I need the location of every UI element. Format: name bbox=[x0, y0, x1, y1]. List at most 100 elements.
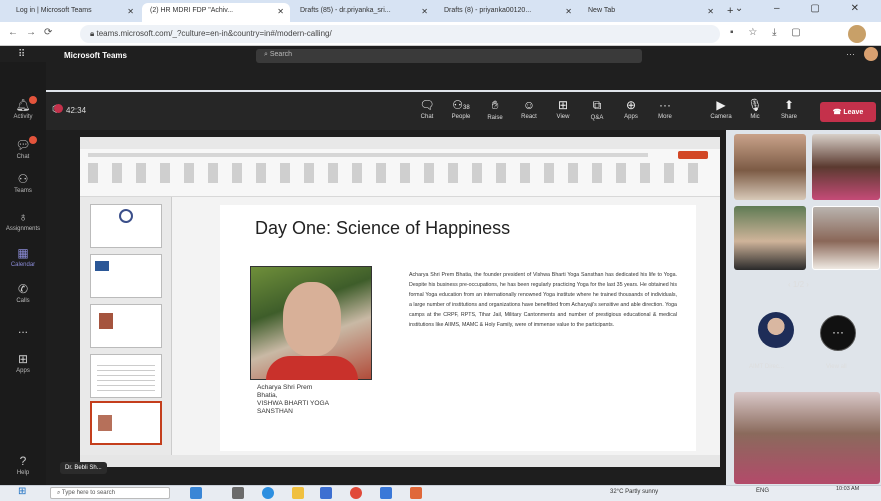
participant-video-2[interactable] bbox=[812, 134, 880, 200]
url-text: teams.microsoft.com/_?culture=en-in&coun… bbox=[96, 29, 332, 38]
app-title: Microsoft Teams bbox=[64, 51, 127, 60]
taskbar-app-icon[interactable] bbox=[190, 487, 202, 499]
camera-button[interactable]: ▶︎ Camera bbox=[704, 98, 738, 120]
close-icon[interactable]: ✕ bbox=[421, 7, 428, 16]
close-icon[interactable]: ✕ bbox=[565, 7, 572, 16]
rail-more[interactable]: ... bbox=[0, 322, 46, 338]
participant-pager[interactable]: ‹ 1/2 › bbox=[788, 280, 809, 289]
view-all-label: View all bbox=[826, 364, 847, 370]
qa-button[interactable]: ⧉ Q&A bbox=[580, 98, 614, 121]
address-bar[interactable]: 🔒︎ teams.microsoft.com/_?culture=en-in&c… bbox=[80, 25, 720, 43]
tab-teams-login[interactable]: Log in | Microsoft Teams ✕ bbox=[8, 3, 140, 22]
apps-button[interactable]: ⊕ Apps bbox=[614, 98, 648, 120]
windows-start-icon[interactable]: ⊞ bbox=[18, 486, 26, 497]
rail-calendar[interactable]: ▦ Calendar bbox=[0, 246, 46, 268]
view-all-button[interactable]: ··· bbox=[820, 315, 856, 351]
caption-line: Bhatia, bbox=[257, 392, 278, 399]
tab-new-tab[interactable]: New Tab ✕ bbox=[580, 3, 720, 22]
close-icon[interactable]: ✕ bbox=[127, 7, 134, 16]
rail-label: Calls bbox=[16, 298, 30, 304]
forward-icon[interactable]: → bbox=[26, 27, 36, 38]
rail-help[interactable]: ? Help bbox=[0, 454, 46, 476]
ctl-label: Share bbox=[780, 114, 797, 120]
ctl-label: Mic bbox=[750, 114, 760, 120]
apps-icon: ⊞ bbox=[17, 352, 29, 366]
tab-hr-mdri[interactable]: (2) HR MDRI FDP "Achiv... ✕ bbox=[142, 3, 290, 22]
taskbar-search-placeholder: Type here to search bbox=[61, 490, 115, 496]
tab-drafts-2[interactable]: Drafts (8) - priyanka00120... ✕ bbox=[436, 3, 578, 22]
notification-badge bbox=[29, 136, 37, 144]
ppt-status-bar bbox=[80, 455, 720, 467]
slide-thumb-2 bbox=[90, 254, 162, 298]
ctl-label: View bbox=[556, 114, 570, 120]
view-button[interactable]: ⊞ View bbox=[546, 98, 580, 120]
tab-drafts-1[interactable]: Drafts (85) - dr.priyanka_sri... ✕ bbox=[292, 3, 434, 22]
participant-video-4[interactable] bbox=[812, 206, 880, 270]
self-video[interactable] bbox=[734, 392, 880, 484]
ppt-menu-row bbox=[88, 153, 648, 157]
mic-button[interactable]: 🎙︎ Mic bbox=[738, 98, 772, 120]
browser-toolbar-icons[interactable]: ▪ ☆ ⤓ ▢ bbox=[730, 27, 807, 38]
back-icon[interactable]: ← bbox=[8, 27, 18, 38]
profile-avatar[interactable] bbox=[848, 25, 866, 43]
speaker-photo-face bbox=[283, 282, 341, 356]
mic-off-icon: 🎙︎ bbox=[747, 98, 763, 112]
tab-label: New Tab bbox=[588, 7, 616, 14]
chevron-right-icon[interactable]: › bbox=[804, 280, 809, 289]
file-explorer-icon[interactable] bbox=[292, 487, 304, 499]
speaker-photo-shirt bbox=[266, 356, 358, 380]
edge-icon[interactable] bbox=[262, 487, 274, 499]
people-button[interactable]: ⚇38 People bbox=[444, 98, 478, 120]
participant-video-1[interactable] bbox=[734, 134, 806, 200]
participant-video-3[interactable] bbox=[734, 206, 806, 270]
app-launcher-icon[interactable]: ⠿ bbox=[18, 49, 25, 60]
more-button[interactable]: ··· More bbox=[648, 98, 682, 120]
rail-assignments[interactable]: ♁ Assignments bbox=[0, 210, 46, 232]
participant-avatar[interactable] bbox=[758, 312, 794, 348]
share-button[interactable]: ⬆ Share bbox=[772, 98, 806, 120]
taskbar-search[interactable]: ⌕ Type here to search bbox=[50, 487, 170, 499]
ctl-label: Raise bbox=[487, 115, 503, 121]
rail-label: Teams bbox=[14, 188, 32, 194]
store-icon[interactable] bbox=[320, 487, 332, 499]
chrome-icon[interactable] bbox=[350, 487, 362, 499]
close-icon[interactable]: ✕ bbox=[707, 7, 714, 16]
clock-time: 10:03 AM bbox=[836, 486, 860, 492]
chat-button[interactable]: 🗨︎ Chat bbox=[410, 98, 444, 120]
close-icon[interactable]: ✕ bbox=[277, 7, 284, 16]
weather-widget[interactable]: 32°C Partly sunny bbox=[610, 489, 658, 495]
raise-hand-button[interactable]: ✋︎ Raise bbox=[478, 98, 512, 121]
rail-chat[interactable]: 💬︎ Chat bbox=[0, 136, 46, 160]
window-controls[interactable]: ⌄ – ▢ ✕ bbox=[735, 3, 873, 14]
assignments-icon: ♁ bbox=[18, 210, 28, 224]
plus-icon: ⊕ bbox=[625, 98, 637, 112]
slide-thumb-3 bbox=[90, 304, 162, 348]
leave-button[interactable]: ☎ Leave bbox=[820, 102, 876, 122]
taskbar-app-icon[interactable] bbox=[380, 487, 392, 499]
language-indicator[interactable]: ENG bbox=[756, 488, 769, 494]
taskbar-app-icon[interactable] bbox=[410, 487, 422, 499]
more-icon[interactable]: ··· bbox=[846, 49, 855, 59]
calendar-icon: ▦ bbox=[17, 246, 29, 260]
presenter-name-pill: Dr. Bebli Sh... bbox=[60, 462, 107, 474]
left-rail bbox=[0, 62, 46, 485]
grid-icon: ⊞ bbox=[557, 98, 569, 112]
rail-label: Help bbox=[16, 470, 30, 476]
taskbar-app-icon[interactable] bbox=[232, 487, 244, 499]
pager-text: 1/2 bbox=[792, 280, 805, 289]
search-input[interactable]: ⌕ Search bbox=[256, 49, 642, 63]
react-button[interactable]: ☺ React bbox=[512, 98, 546, 120]
hangup-icon: ☎ bbox=[832, 109, 844, 116]
taskbar-clock[interactable]: 10:03 AM bbox=[836, 486, 859, 492]
rail-teams[interactable]: ⚇ Teams bbox=[0, 172, 46, 194]
slide-thumb-image bbox=[98, 415, 112, 431]
user-avatar[interactable] bbox=[864, 47, 878, 61]
rail-activity[interactable]: 🔔︎ Activity bbox=[0, 96, 46, 120]
help-icon: ? bbox=[19, 454, 27, 468]
reload-icon[interactable]: ⟳ bbox=[44, 27, 52, 38]
slide-thumb-image bbox=[99, 313, 113, 329]
slide-thumb-image bbox=[95, 261, 109, 271]
rail-apps[interactable]: ⊞ Apps bbox=[0, 352, 46, 374]
slide-thumb-5-selected bbox=[90, 401, 162, 445]
rail-calls[interactable]: ✆ Calls bbox=[0, 282, 46, 304]
